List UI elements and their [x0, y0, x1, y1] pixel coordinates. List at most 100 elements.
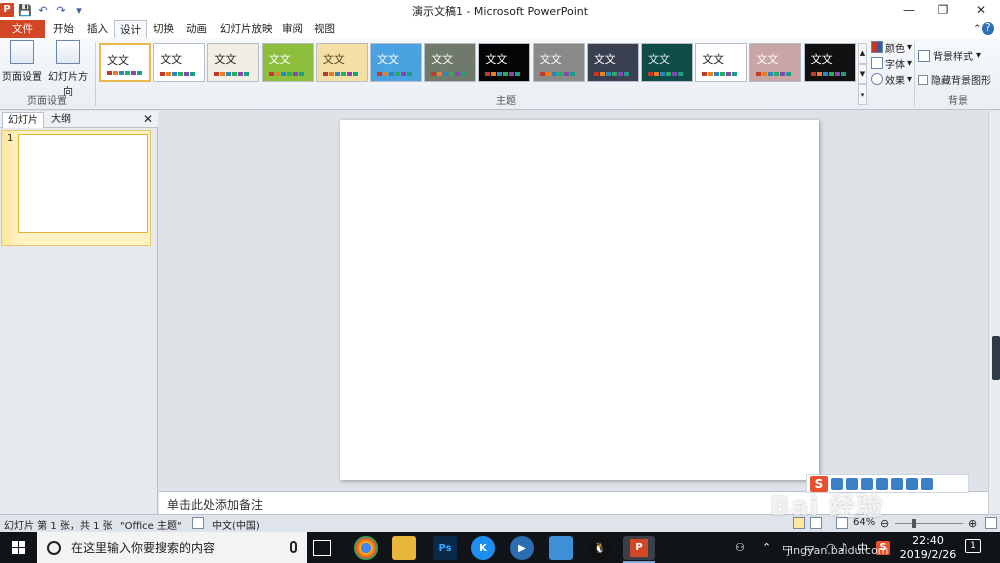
- slide-thumbnail[interactable]: [18, 134, 148, 233]
- notification-center-icon[interactable]: 1: [965, 539, 981, 553]
- restore-button[interactable]: ❐: [926, 0, 960, 20]
- zoom-out-icon[interactable]: ⊖: [880, 517, 889, 530]
- minimize-button[interactable]: —: [892, 0, 926, 20]
- tab-animations[interactable]: 动画: [181, 20, 212, 38]
- spellcheck-icon[interactable]: [192, 517, 204, 529]
- tab-design[interactable]: 设计: [114, 20, 147, 38]
- zoom-slider-thumb[interactable]: [912, 519, 916, 528]
- slide-orientation-icon: [56, 40, 80, 64]
- people-icon[interactable]: ⚇: [735, 532, 745, 563]
- zoom-level[interactable]: 64%: [853, 517, 875, 528]
- chrome-icon[interactable]: [354, 536, 378, 560]
- theme-thumbnail[interactable]: 文文: [695, 43, 748, 82]
- slide-canvas[interactable]: [340, 120, 819, 480]
- gallery-up-icon[interactable]: ▲: [858, 43, 867, 64]
- slide-orientation-button[interactable]: 幻灯片方向: [44, 40, 92, 98]
- theme-thumbnail[interactable]: 文文: [641, 43, 693, 82]
- menu-grid-icon[interactable]: [921, 477, 933, 490]
- slide-thumbnail-row[interactable]: 1: [1, 130, 151, 246]
- volume-icon[interactable]: ♪: [840, 532, 847, 563]
- theme-thumbnail[interactable]: 文文: [370, 43, 422, 82]
- theme-thumbnail[interactable]: 文文: [478, 43, 531, 82]
- theme-thumbnail[interactable]: 文文: [207, 43, 260, 82]
- start-button[interactable]: [0, 532, 37, 563]
- checkbox-icon[interactable]: [918, 74, 928, 85]
- sogou-tray-icon[interactable]: S: [876, 540, 890, 555]
- taskbar-search[interactable]: 在这里输入你要搜索的内容: [37, 532, 307, 563]
- media-player-icon[interactable]: ▶: [510, 536, 534, 560]
- notes-app-icon[interactable]: [549, 536, 573, 560]
- qq-icon[interactable]: 🐧: [588, 536, 612, 560]
- theme-thumbnail[interactable]: 文文: [315, 43, 368, 82]
- tab-review[interactable]: 审阅: [277, 20, 308, 38]
- language[interactable]: 中文(中国): [212, 517, 260, 532]
- wifi-icon[interactable]: ◠: [826, 532, 836, 563]
- clock[interactable]: 22:40 2019/2/26: [898, 534, 958, 562]
- theme-color-swatch: [593, 72, 629, 76]
- network-icon[interactable]: ▭: [782, 532, 792, 563]
- theme-thumbnail[interactable]: 文文: [261, 43, 314, 82]
- keyboard-icon[interactable]: [876, 477, 888, 490]
- close-button[interactable]: ✕: [964, 0, 998, 20]
- close-pane-icon[interactable]: ✕: [143, 112, 153, 126]
- tab-transitions[interactable]: 切换: [148, 20, 179, 38]
- tray-expand-icon[interactable]: ⌃: [762, 532, 771, 563]
- theme-thumbnail[interactable]: 文文: [424, 43, 477, 82]
- photoshop-icon[interactable]: Ps: [433, 536, 457, 560]
- theme-sample-text: 文文: [322, 53, 345, 66]
- powerpoint-taskbar-icon[interactable]: P: [623, 536, 655, 560]
- theme-colors-button[interactable]: 颜色 ▾: [871, 40, 912, 55]
- save-icon[interactable]: 💾: [18, 3, 32, 17]
- zoom-in-icon[interactable]: ⊕: [968, 517, 977, 530]
- theme-thumbnail[interactable]: 文文: [803, 43, 856, 82]
- background-styles-button[interactable]: 背景样式 ▾: [918, 48, 981, 63]
- reading-view-icon[interactable]: [836, 517, 848, 529]
- microphone-icon[interactable]: [290, 541, 297, 553]
- sogou-icon[interactable]: S: [810, 475, 828, 492]
- theme-name[interactable]: "Office 主题": [120, 517, 182, 532]
- tab-home[interactable]: 开始: [48, 20, 79, 38]
- tab-slides[interactable]: 幻灯片: [2, 112, 44, 128]
- voice-icon[interactable]: [861, 477, 873, 490]
- theme-thumbnail[interactable]: 文文: [99, 43, 151, 82]
- theme-thumbnail[interactable]: 文文: [749, 43, 802, 82]
- tab-view[interactable]: 视图: [309, 20, 340, 38]
- theme-sample-text: 文文: [702, 53, 725, 66]
- tab-insert[interactable]: 插入: [82, 20, 113, 38]
- scrollbar-thumb[interactable]: [992, 336, 1000, 380]
- theme-thumbnail[interactable]: 文文: [532, 43, 585, 82]
- battery-icon[interactable]: ▭: [804, 532, 814, 563]
- vertical-scrollbar[interactable]: [988, 111, 1000, 514]
- ime-language[interactable]: 中: [857, 532, 868, 563]
- redo-icon[interactable]: ↷: [54, 3, 68, 17]
- gallery-down-icon[interactable]: ▼: [858, 63, 867, 85]
- tab-file[interactable]: 文件: [0, 20, 45, 38]
- zoom-slider[interactable]: [895, 523, 963, 524]
- file-explorer-icon[interactable]: [392, 536, 416, 560]
- help-icon[interactable]: ?: [982, 22, 994, 35]
- toolbox-icon[interactable]: [891, 477, 903, 490]
- powerpoint-logo-icon[interactable]: P: [0, 3, 14, 17]
- skin-icon[interactable]: [906, 477, 918, 490]
- customize-qat-icon[interactable]: ▾: [72, 3, 86, 17]
- fit-slide-icon[interactable]: [985, 517, 997, 529]
- emoji-icon[interactable]: [846, 477, 858, 490]
- tab-slideshow[interactable]: 幻灯片放映: [215, 20, 278, 38]
- normal-view-icon[interactable]: [793, 517, 805, 529]
- theme-thumbnail[interactable]: 文文: [153, 43, 206, 82]
- page-setup-button[interactable]: 页面设置: [2, 40, 42, 83]
- theme-effects-button[interactable]: 效果 ▾: [871, 72, 912, 87]
- punctuation-icon[interactable]: [831, 477, 843, 490]
- tab-outline[interactable]: 大纲: [46, 112, 76, 128]
- kugou-icon[interactable]: K: [471, 536, 495, 560]
- theme-color-swatch: [485, 72, 521, 76]
- hide-background-graphics-checkbox[interactable]: 隐藏背景图形: [918, 72, 991, 87]
- theme-thumbnail[interactable]: 文文: [586, 43, 639, 82]
- undo-icon[interactable]: ↶: [36, 3, 50, 17]
- notes-pane[interactable]: 单击此处添加备注: [159, 491, 988, 514]
- theme-color-swatch: [214, 72, 250, 76]
- theme-sample-text: 文文: [593, 53, 616, 66]
- theme-fonts-button[interactable]: 字体 ▾: [871, 56, 912, 71]
- task-view-icon[interactable]: [313, 540, 331, 556]
- slide-sorter-icon[interactable]: [810, 517, 822, 529]
